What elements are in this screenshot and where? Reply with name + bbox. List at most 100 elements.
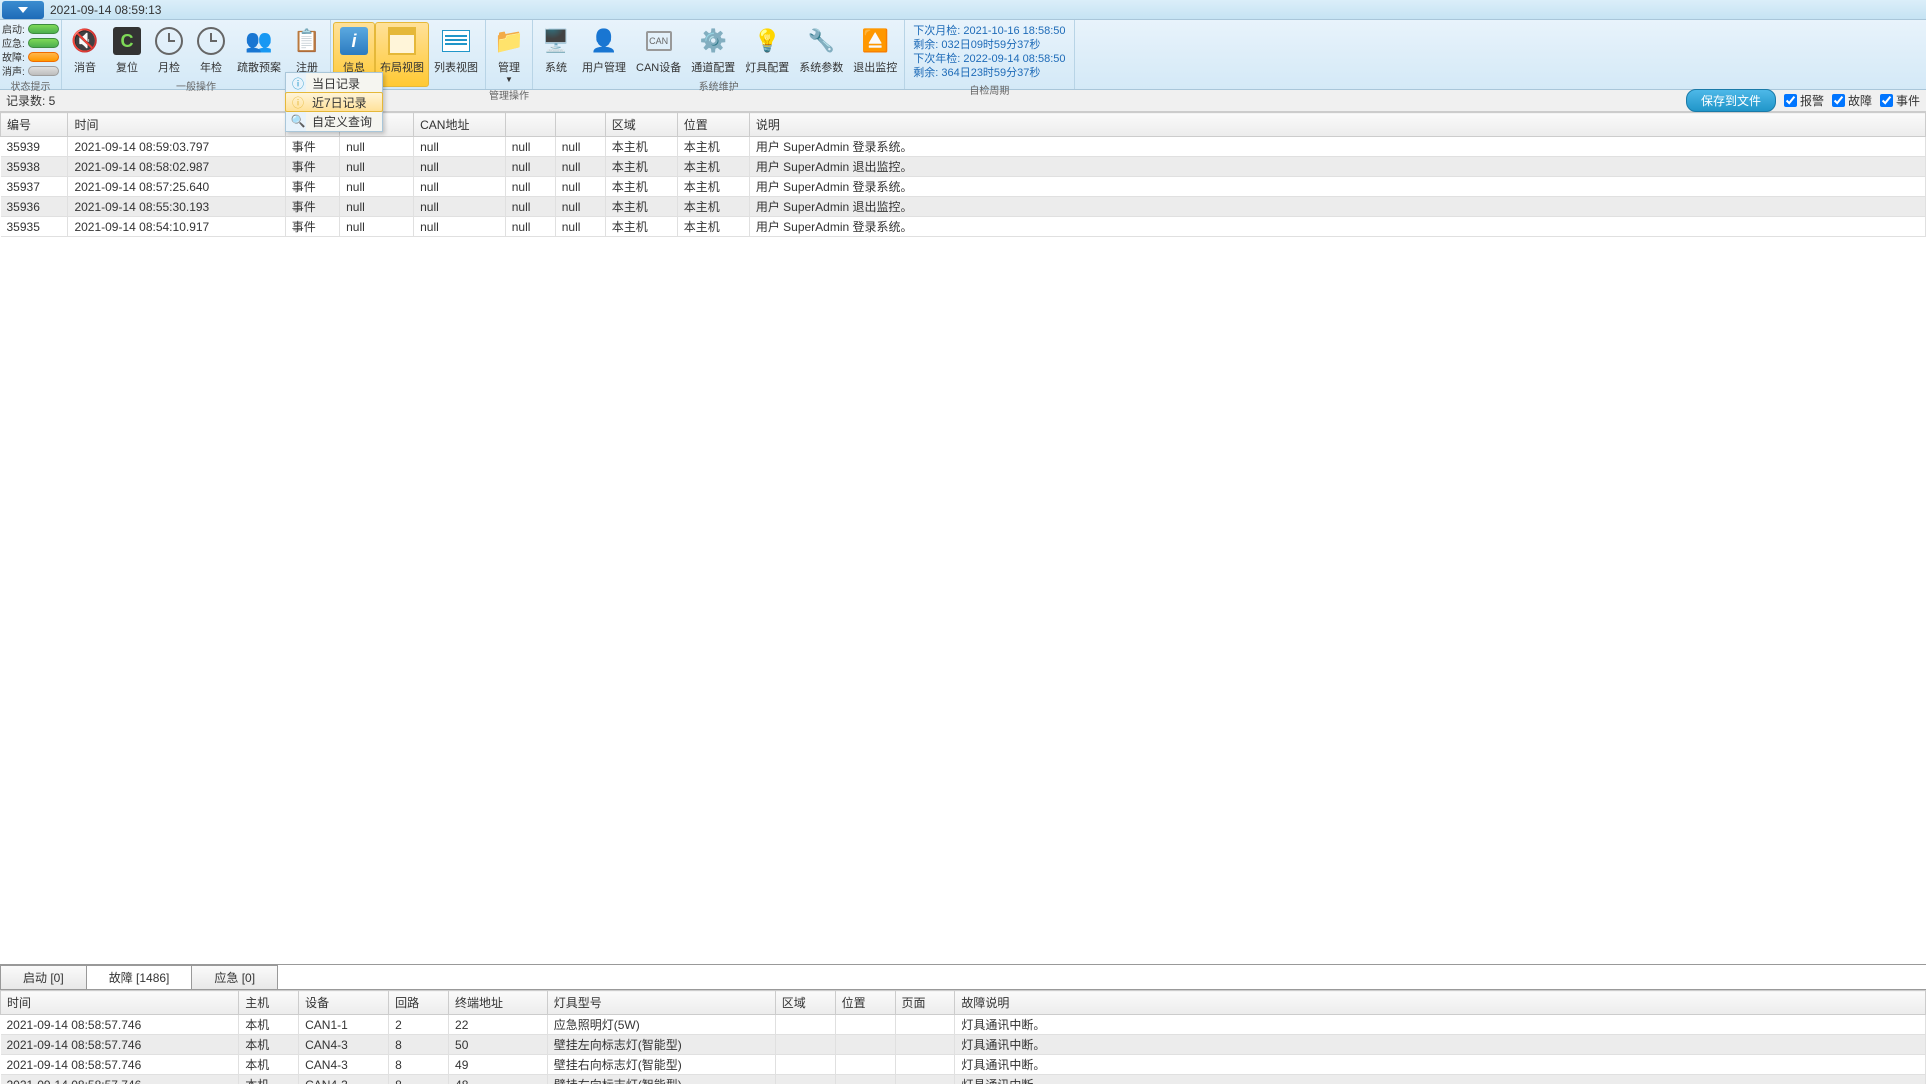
checkbox-event[interactable]: 事件	[1880, 92, 1920, 109]
layout-icon	[388, 27, 416, 55]
bottom-col-header[interactable]: 灯具型号	[547, 991, 775, 1015]
tab-fault[interactable]: 故障 [1486]	[86, 965, 193, 989]
system-button[interactable]: 🖥️系统	[535, 22, 577, 78]
save-to-file-button[interactable]: 保存到文件	[1686, 89, 1776, 112]
main-col-header[interactable]: 说明	[749, 113, 1925, 137]
checkbox-fault[interactable]: 故障	[1832, 92, 1872, 109]
main-col-header[interactable]	[505, 113, 555, 137]
record-count: 记录数: 5	[6, 92, 55, 109]
schedule-year: 下次年检: 2022-09-14 08:58:50	[913, 52, 1065, 66]
bottom-col-header[interactable]: 页面	[895, 991, 955, 1015]
layout-view-button[interactable]: 布局视图	[375, 22, 429, 87]
main-col-header[interactable]	[555, 113, 605, 137]
bottom-table-container[interactable]: 时间主机设备回路终端地址灯具型号区域位置页面故障说明 2021-09-14 08…	[0, 989, 1926, 1084]
year-check-button[interactable]: 年检	[190, 22, 232, 78]
app-menu-button[interactable]	[2, 1, 44, 19]
mute-button[interactable]: 🔇消音	[64, 22, 106, 78]
bottom-col-header[interactable]: 终端地址	[449, 991, 548, 1015]
can-icon: CAN	[646, 31, 672, 51]
user-icon: 👤	[590, 28, 617, 54]
main-col-header[interactable]: CAN地址	[414, 113, 506, 137]
schedule-footer: 自检周期	[907, 82, 1071, 98]
status-label-mute: 消声:	[2, 63, 28, 78]
speaker-mute-icon: 🔇	[71, 28, 98, 54]
reset-button[interactable]: C复位	[106, 22, 148, 78]
info-icon: i	[340, 27, 368, 55]
bottom-col-header[interactable]: 位置	[835, 991, 895, 1015]
evac-plan-button[interactable]: 👥疏散预案	[232, 22, 286, 78]
status-label-fault: 故障:	[2, 49, 28, 64]
ribbon-group-schedule: 下次月检: 2021-10-16 18:58:50 剩余: 032日09时59分…	[905, 20, 1074, 89]
table-row[interactable]: 359372021-09-14 08:57:25.640事件nullnullnu…	[1, 177, 1926, 197]
bottom-col-header[interactable]: 故障说明	[955, 991, 1926, 1015]
info-dropdown-menu: ⓘ当日记录 ⓘ近7日记录 🔍自定义查询	[285, 72, 383, 132]
menu-item-last7[interactable]: ⓘ近7日记录	[285, 92, 383, 112]
menu-item-today[interactable]: ⓘ当日记录	[286, 73, 382, 93]
bottom-col-header[interactable]: 主机	[239, 991, 299, 1015]
status-label-start: 启动:	[2, 21, 28, 36]
channel-config-button[interactable]: ⚙️通道配置	[686, 22, 740, 78]
schedule-year-remain: 剩余: 364日23时59分37秒	[913, 66, 1065, 80]
status-group: 启动: 应急: 故障: 消声: 状态提示	[0, 20, 62, 89]
folder-icon: 📁	[494, 27, 524, 56]
reset-icon: C	[113, 27, 141, 55]
register-icon: 📋	[293, 28, 320, 54]
table-row[interactable]: 359382021-09-14 08:58:02.987事件nullnullnu…	[1, 157, 1926, 177]
table-row[interactable]: 2021-09-14 08:58:57.746本机CAN4-3850壁挂左向标志…	[1, 1035, 1926, 1055]
can-device-button[interactable]: CANCAN设备	[631, 22, 686, 78]
list-icon	[442, 30, 470, 52]
table-row[interactable]: 2021-09-14 08:58:57.746本机CAN4-3848壁挂右向标志…	[1, 1075, 1926, 1084]
lamp-config-button[interactable]: 💡灯具配置	[740, 22, 794, 78]
search-icon: 🔍	[290, 113, 306, 129]
table-row[interactable]: 359362021-09-14 08:55:30.193事件nullnullnu…	[1, 197, 1926, 217]
wrench-icon: 🔧	[808, 28, 835, 54]
maint-footer: 系统维护	[535, 78, 902, 94]
manage-button[interactable]: 📁管理▼	[488, 22, 530, 87]
status-pill-start	[28, 24, 59, 34]
manage-footer: 管理操作	[488, 87, 530, 103]
title-time: 2021-09-14 08:59:13	[50, 3, 161, 17]
exit-icon: ⏏️	[862, 28, 889, 54]
bottom-col-header[interactable]: 时间	[1, 991, 239, 1015]
monitor-icon: 🖥️	[542, 28, 569, 54]
ribbon-group-maintenance: 🖥️系统 👤用户管理 CANCAN设备 ⚙️通道配置 💡灯具配置 🔧系统参数 ⏏…	[533, 20, 905, 89]
bottom-col-header[interactable]: 区域	[775, 991, 835, 1015]
bottom-col-header[interactable]: 回路	[389, 991, 449, 1015]
schedule-month: 下次月检: 2021-10-16 18:58:50	[913, 24, 1065, 38]
bottom-panel: 启动 [0] 故障 [1486] 应急 [0] 时间主机设备回路终端地址灯具型号…	[0, 964, 1926, 1084]
sys-param-button[interactable]: 🔧系统参数	[794, 22, 848, 78]
bottom-col-header[interactable]: 设备	[299, 991, 389, 1015]
checkbox-alarm[interactable]: 报警	[1784, 92, 1824, 109]
bottom-table: 时间主机设备回路终端地址灯具型号区域位置页面故障说明 2021-09-14 08…	[0, 990, 1926, 1084]
table-row[interactable]: 359352021-09-14 08:54:10.917事件nullnullnu…	[1, 217, 1926, 237]
tab-emergency[interactable]: 应急 [0]	[191, 965, 278, 989]
main-col-header[interactable]: 编号	[1, 113, 68, 137]
lamp-icon: 💡	[754, 28, 781, 54]
main-col-header[interactable]: 时间	[68, 113, 285, 137]
main-col-header[interactable]: 区域	[605, 113, 677, 137]
table-row[interactable]: 359392021-09-14 08:59:03.797事件nullnullnu…	[1, 137, 1926, 157]
title-bar: 2021-09-14 08:59:13	[0, 0, 1926, 20]
exit-monitor-button[interactable]: ⏏️退出监控	[848, 22, 902, 78]
table-row[interactable]: 2021-09-14 08:58:57.746本机CAN4-3849壁挂右向标志…	[1, 1055, 1926, 1075]
status-pill-fault	[28, 52, 59, 62]
main-table-container[interactable]: 编号时间类型CAN口CAN地址区域位置说明 359392021-09-14 08…	[0, 112, 1926, 964]
register-button[interactable]: 📋注册	[286, 22, 328, 78]
clock-icon	[155, 27, 183, 55]
chevron-down-icon: ▼	[505, 75, 513, 84]
user-mgmt-button[interactable]: 👤用户管理	[577, 22, 631, 78]
table-row[interactable]: 2021-09-14 08:58:57.746本机CAN1-1222应急照明灯(…	[1, 1015, 1926, 1035]
status-pill-mute	[28, 66, 59, 76]
clock-icon	[197, 27, 225, 55]
status-pill-emerg	[28, 38, 59, 48]
main-col-header[interactable]: 位置	[677, 113, 749, 137]
menu-item-custom[interactable]: 🔍自定义查询	[286, 111, 382, 131]
tab-strip: 启动 [0] 故障 [1486] 应急 [0]	[0, 965, 1926, 989]
list-view-button[interactable]: 列表视图	[429, 22, 483, 87]
channel-icon: ⚙️	[700, 28, 727, 54]
tab-start[interactable]: 启动 [0]	[0, 965, 87, 989]
info-circle-icon: ⓘ	[290, 75, 306, 91]
month-check-button[interactable]: 月检	[148, 22, 190, 78]
info-circle-icon: ⓘ	[290, 94, 306, 110]
people-icon: 👥	[245, 28, 272, 54]
